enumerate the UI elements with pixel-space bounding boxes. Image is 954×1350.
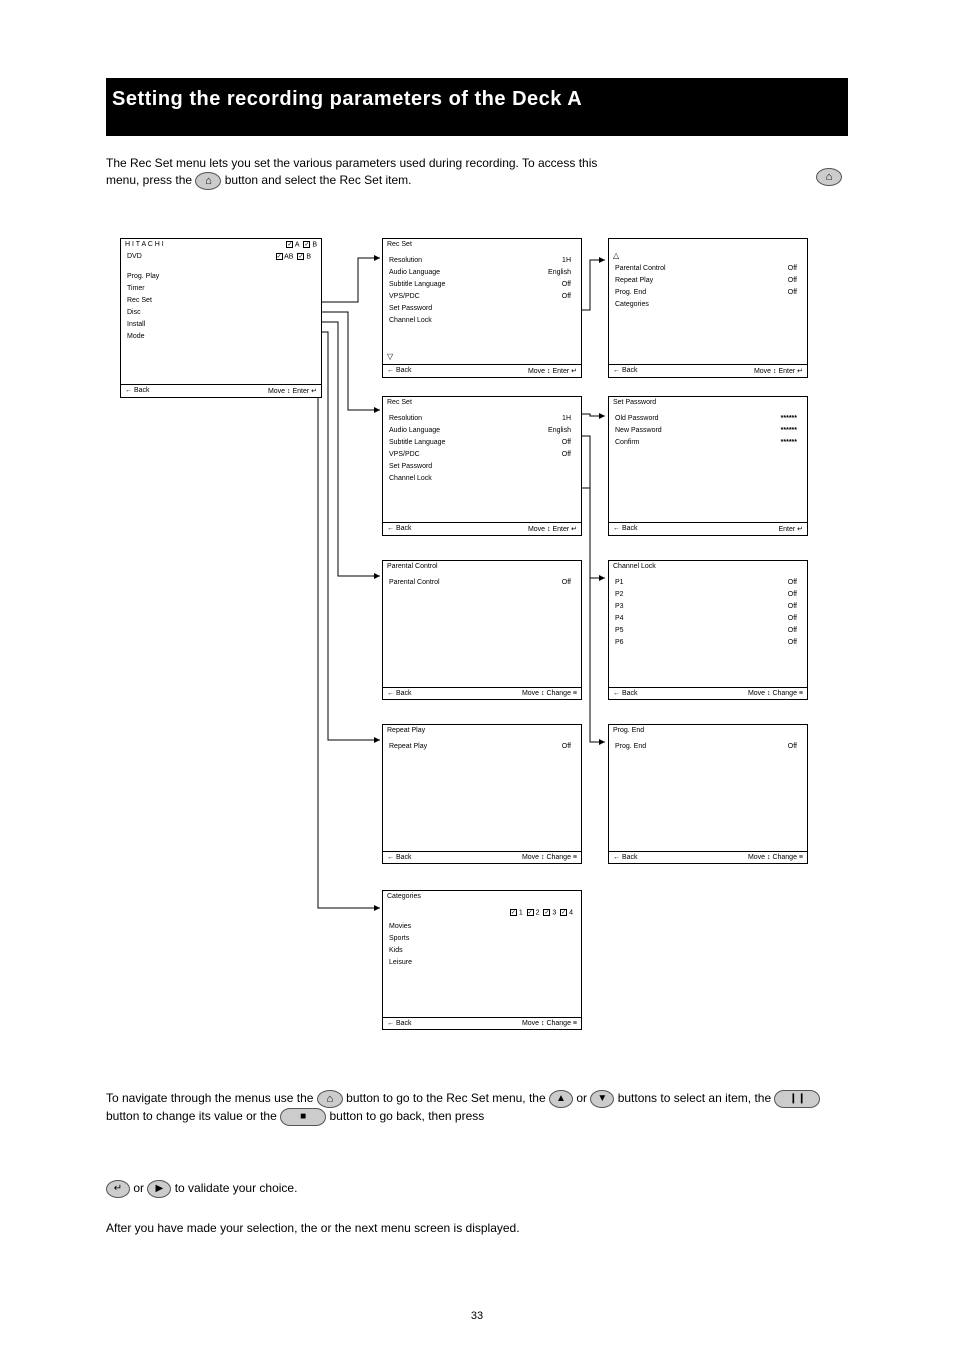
- pause-button-icon: ❙❙: [774, 1090, 820, 1108]
- screen-footer: ← Back Move ↕ Change ≡: [383, 1017, 581, 1029]
- list-item[interactable]: Audio LanguageEnglish: [389, 269, 575, 276]
- deck-b-indicator: ✓: [303, 241, 310, 248]
- screen-header: H I T A C H I ✓ A ✓ B: [121, 239, 321, 250]
- screen-categories: Categories ✓ 1 ✓ 2 ✓ 3 ✓ 4 Movies Sports…: [382, 890, 582, 1030]
- list-item[interactable]: Audio LanguageEnglish: [389, 427, 575, 434]
- list-item[interactable]: P3Off: [615, 603, 801, 610]
- screen-title: Rec Set: [383, 397, 581, 408]
- screen-footer: ← Back Move ↕ Enter ↵: [383, 522, 581, 535]
- screen-footer: ← Back Move ↕ Enter ↵: [121, 384, 321, 397]
- after-para: After you have made your selection, the …: [106, 1220, 846, 1236]
- section-banner: Setting the recording parameters of the …: [106, 78, 848, 136]
- stop-button-icon: ■: [280, 1108, 326, 1126]
- page-number: 33: [0, 1310, 954, 1322]
- list-item[interactable]: P2Off: [615, 591, 801, 598]
- intro-text-after: button and select the Rec Set item.: [225, 173, 412, 187]
- down-button-icon: ▼: [590, 1090, 614, 1108]
- screen-footer: ← Back Move ↕ Change ≡: [609, 851, 807, 863]
- intro-line-2: menu, press the ⌂ button and select the …: [106, 172, 786, 190]
- screen-footer: ← Back Move ↕ Change ≡: [383, 687, 581, 699]
- scroll-up-icon: △: [613, 251, 619, 260]
- list-item[interactable]: Channel Lock: [389, 475, 575, 482]
- screen-recset-lower: △ Parental ControlOff Repeat PlayOff Pro…: [608, 238, 808, 378]
- list-item[interactable]: Prog. EndOff: [615, 289, 801, 296]
- menu-item[interactable]: Rec Set: [127, 297, 315, 304]
- up-button-icon: ▲: [549, 1090, 573, 1108]
- menu-icon: ⌂: [816, 168, 842, 186]
- menu-item[interactable]: Timer: [127, 285, 315, 292]
- list-item[interactable]: Resolution1H: [389, 415, 575, 422]
- screen-footer: ← Back Move ↕ Enter ↵: [383, 364, 581, 377]
- header-brand: H I T A C H I: [125, 241, 164, 248]
- screen-main-menu: H I T A C H I ✓ A ✓ B DVD ✓ AB ✓ B Prog.…: [120, 238, 322, 398]
- enter-button-icon: ↵: [106, 1180, 130, 1198]
- screen-recset-upper: Rec Set Resolution1H Audio LanguageEngli…: [382, 238, 582, 378]
- menu-item[interactable]: Prog. Play: [127, 273, 315, 280]
- list-item[interactable]: Set Password: [389, 305, 575, 312]
- list-item[interactable]: Set Password: [389, 463, 575, 470]
- nav-paragraph-1: To navigate through the menus use the ⌂ …: [106, 1090, 846, 1126]
- deck-a-indicator: ✓: [286, 241, 293, 248]
- screen-footer: ← Back Move ↕ Change ≡: [609, 687, 807, 699]
- list-item[interactable]: P4Off: [615, 615, 801, 622]
- list-item[interactable]: Leisure: [389, 959, 575, 966]
- list-item[interactable]: Confirm******: [615, 439, 801, 446]
- screen-title: Rec Set: [383, 239, 581, 250]
- screen-title: Prog. End: [609, 725, 807, 736]
- list-item[interactable]: P1Off: [615, 579, 801, 586]
- screen-title: Set Password: [609, 397, 807, 408]
- screen-title: Channel Lock: [609, 561, 807, 572]
- list-item[interactable]: New Password******: [615, 427, 801, 434]
- screen-footer: ← Back Move ↕ Change ≡: [383, 851, 581, 863]
- list-item[interactable]: Subtitle LanguageOff: [389, 281, 575, 288]
- list-item[interactable]: VPS/PDCOff: [389, 451, 575, 458]
- menu-item[interactable]: Install: [127, 321, 315, 328]
- screen-header-row2: DVD ✓ AB ✓ B: [127, 253, 315, 260]
- screen-set-password: Set Password Old Password****** New Pass…: [608, 396, 808, 536]
- list-item[interactable]: P6Off: [615, 639, 801, 646]
- play-button-icon: ▶: [147, 1180, 171, 1198]
- list-item[interactable]: Old Password******: [615, 415, 801, 422]
- categories-header: ✓ 1 ✓ 2 ✓ 3 ✓ 4: [510, 909, 573, 916]
- screen-title: Repeat Play: [383, 725, 581, 736]
- intro-line-1: The Rec Set menu lets you set the variou…: [106, 156, 786, 170]
- screen-prog-end: Prog. End Prog. EndOff ← Back Move ↕ Cha…: [608, 724, 808, 864]
- list-item[interactable]: Parental ControlOff: [389, 579, 575, 586]
- screen-title: Parental Control: [383, 561, 581, 572]
- list-item[interactable]: Prog. EndOff: [615, 743, 801, 750]
- screen-footer: ← Back Enter ↵: [609, 522, 807, 535]
- page: Setting the recording parameters of the …: [0, 0, 954, 1350]
- screen-parental: Parental Control Parental ControlOff ← B…: [382, 560, 582, 700]
- screen-title: Categories: [383, 891, 581, 902]
- list-item[interactable]: Repeat PlayOff: [389, 743, 575, 750]
- screen-repeat: Repeat Play Repeat PlayOff ← Back Move ↕…: [382, 724, 582, 864]
- menu-icon: ⌂: [317, 1090, 343, 1108]
- list-item[interactable]: Categories: [615, 301, 801, 308]
- list-item[interactable]: Resolution1H: [389, 257, 575, 264]
- banner-title: Setting the recording parameters of the …: [112, 88, 842, 111]
- nav-paragraph-2: ↵ or ▶ to validate your choice.: [106, 1180, 846, 1198]
- list-item[interactable]: Subtitle LanguageOff: [389, 439, 575, 446]
- list-item[interactable]: Movies: [389, 923, 575, 930]
- list-item[interactable]: P5Off: [615, 627, 801, 634]
- list-item[interactable]: Kids: [389, 947, 575, 954]
- screen-channel-lock: Channel Lock P1Off P2Off P3Off P4Off P5O…: [608, 560, 808, 700]
- menu-item[interactable]: Mode: [127, 333, 315, 340]
- screen-recset-detail: Rec Set Resolution1H Audio LanguageEngli…: [382, 396, 582, 536]
- screen-footer: ← Back Move ↕ Enter ↵: [609, 364, 807, 377]
- list-item[interactable]: Repeat PlayOff: [615, 277, 801, 284]
- scroll-down-icon: ▽: [387, 352, 393, 361]
- menu-item[interactable]: Disc: [127, 309, 315, 316]
- list-item[interactable]: Sports: [389, 935, 575, 942]
- intro-text-before: menu, press the: [106, 173, 195, 187]
- list-item[interactable]: VPS/PDCOff: [389, 293, 575, 300]
- list-item[interactable]: Parental ControlOff: [615, 265, 801, 272]
- list-item[interactable]: Channel Lock: [389, 317, 575, 324]
- menu-icon: ⌂: [195, 172, 221, 190]
